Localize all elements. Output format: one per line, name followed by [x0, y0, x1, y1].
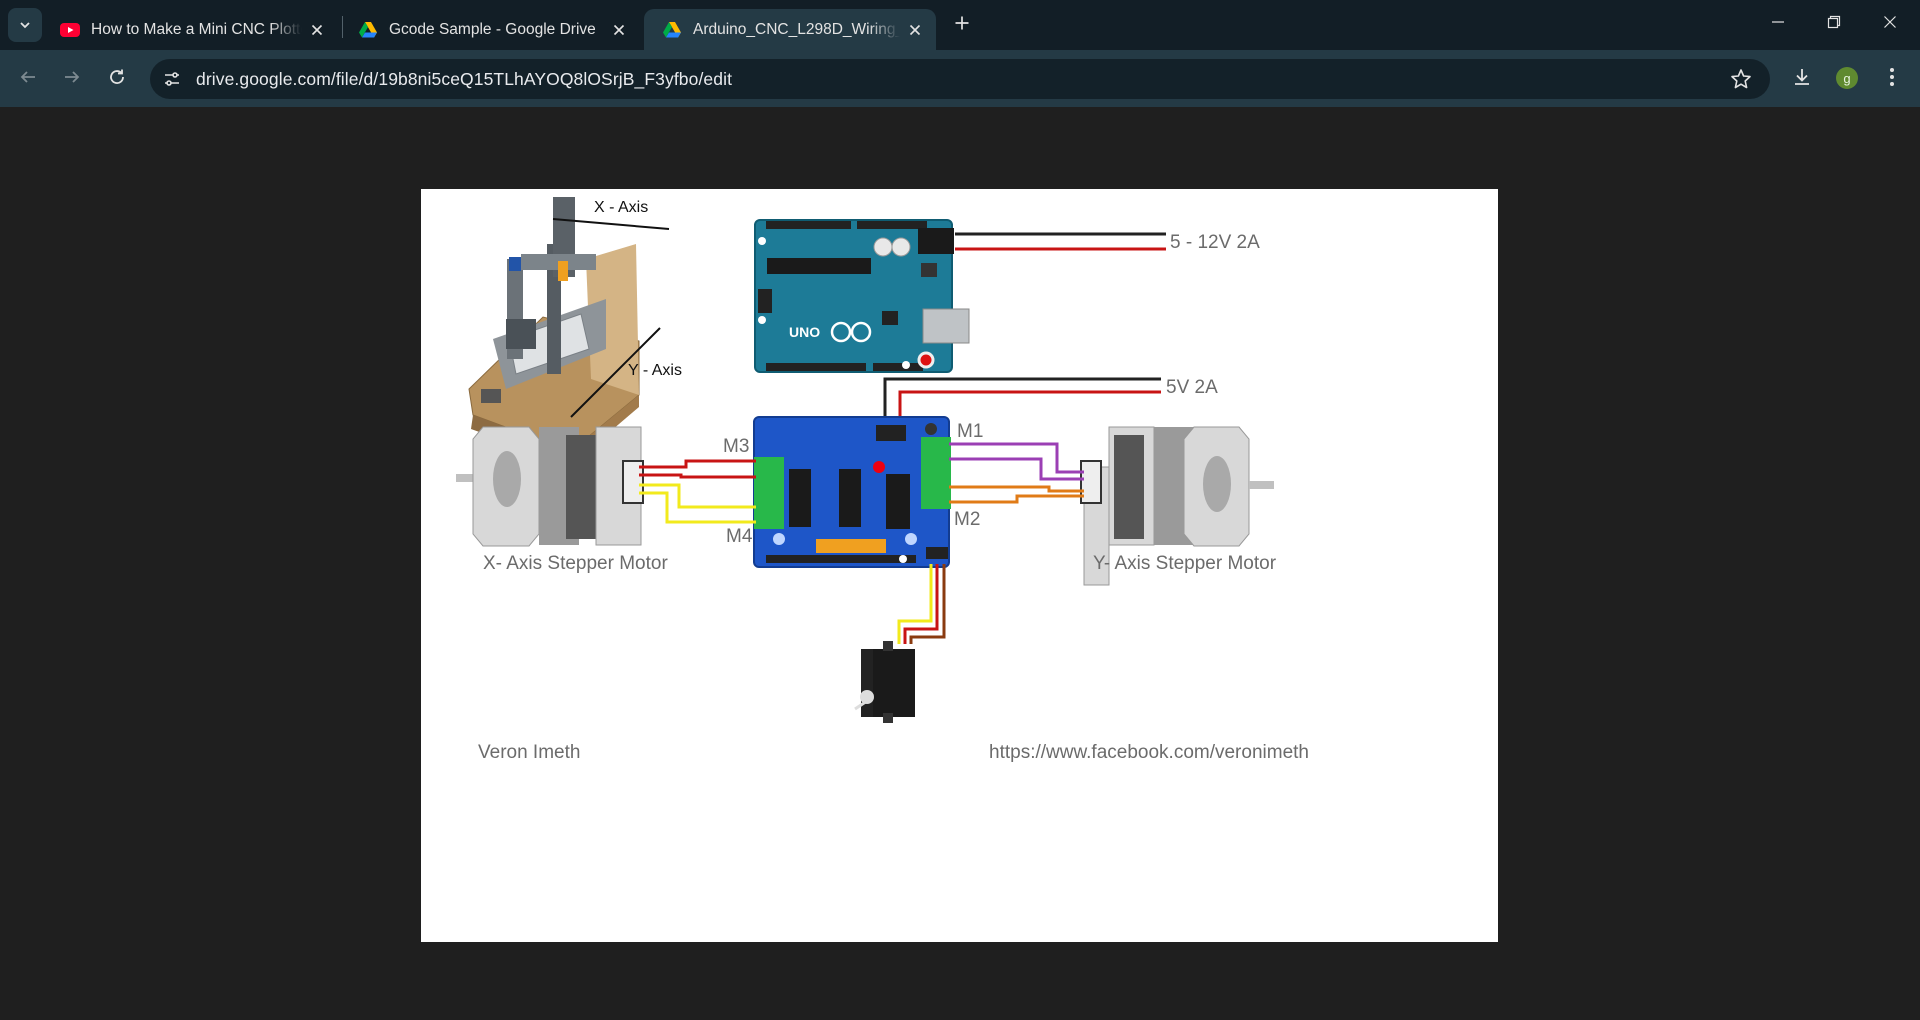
mini-cnc-machine-photo: [468, 197, 640, 465]
restore-icon: [1827, 15, 1841, 34]
tab-search-button[interactable]: [6, 5, 44, 45]
author-name: Veron Imeth: [478, 742, 581, 763]
reload-icon: [108, 68, 126, 91]
new-tab-button[interactable]: [942, 5, 982, 45]
close-icon[interactable]: [900, 15, 930, 45]
browser-toolbar: drive.google.com/file/d/19b8ni5ceQ15TLhA…: [0, 50, 1920, 107]
close-icon[interactable]: [604, 15, 634, 45]
browser-menu-button[interactable]: [1874, 61, 1910, 97]
close-icon[interactable]: [302, 15, 332, 45]
tab-wiring-diagram[interactable]: Arduino_CNC_L298D_Wiring_Diagram: [644, 9, 936, 50]
y-axis-label: Y - Axis: [628, 362, 682, 379]
close-window-button[interactable]: [1862, 0, 1918, 48]
tab-title: How to Make a Mini CNC Plotter: [91, 20, 302, 38]
author-link: https://www.facebook.com/veronimeth: [989, 742, 1309, 763]
url-text[interactable]: drive.google.com/file/d/19b8ni5ceQ15TLhA…: [196, 69, 732, 90]
minimize-icon: [1771, 15, 1785, 34]
bookmark-star-icon[interactable]: [1730, 68, 1752, 95]
tab-title: Gcode Sample - Google Drive: [389, 20, 596, 38]
wiring-diagram-image: UNO X - Axis Y - Axis 5 - 12V 2A 5V 2A M…: [421, 189, 1498, 942]
port-m4-label: M4: [726, 526, 753, 547]
tab-gcode-sample[interactable]: Gcode Sample - Google Drive: [340, 9, 640, 50]
arduino-uno-board: UNO: [754, 219, 970, 373]
l298d-motor-shield: [753, 416, 951, 568]
motor-power-label: 5V 2A: [1166, 377, 1218, 398]
main-power-label: 5 - 12V 2A: [1170, 232, 1260, 253]
arrow-left-icon: [19, 68, 37, 91]
arrow-right-icon: [63, 68, 81, 91]
back-button[interactable]: [10, 61, 46, 97]
chevron-down-icon: [8, 8, 42, 42]
servo-motor: [854, 641, 915, 723]
port-m1-label: M1: [957, 421, 984, 442]
forward-button[interactable]: [54, 61, 90, 97]
reload-button[interactable]: [99, 61, 135, 97]
y-motor-label: Y- Axis Stepper Motor: [1093, 553, 1277, 574]
port-m3-label: M3: [723, 436, 750, 457]
close-icon: [1883, 15, 1897, 34]
profile-avatar[interactable]: g: [1836, 67, 1858, 89]
youtube-icon: [60, 20, 80, 40]
tab-title: Arduino_CNC_L298D_Wiring_Diagram: [693, 20, 900, 38]
x-motor-label: X- Axis Stepper Motor: [483, 553, 668, 574]
x-axis-label: X - Axis: [594, 199, 649, 216]
address-bar[interactable]: drive.google.com/file/d/19b8ni5ceQ15TLhA…: [150, 59, 1770, 99]
x-axis-stepper-motor: [456, 426, 644, 547]
plus-icon: [954, 15, 970, 36]
google-drive-icon: [662, 20, 682, 40]
site-info-icon[interactable]: [162, 69, 182, 94]
port-m2-label: M2: [954, 509, 981, 530]
downloads-button[interactable]: [1784, 61, 1820, 97]
more-vertical-icon: [1889, 67, 1895, 92]
restore-button[interactable]: [1806, 0, 1862, 48]
minimize-button[interactable]: [1750, 0, 1806, 48]
tab-youtube[interactable]: How to Make a Mini CNC Plotter: [42, 9, 338, 50]
download-icon: [1792, 67, 1812, 92]
arduino-brand-text: UNO: [789, 324, 820, 340]
google-drive-icon: [358, 20, 378, 40]
tab-strip: How to Make a Mini CNC Plotter Gcode Sam…: [0, 0, 1920, 50]
